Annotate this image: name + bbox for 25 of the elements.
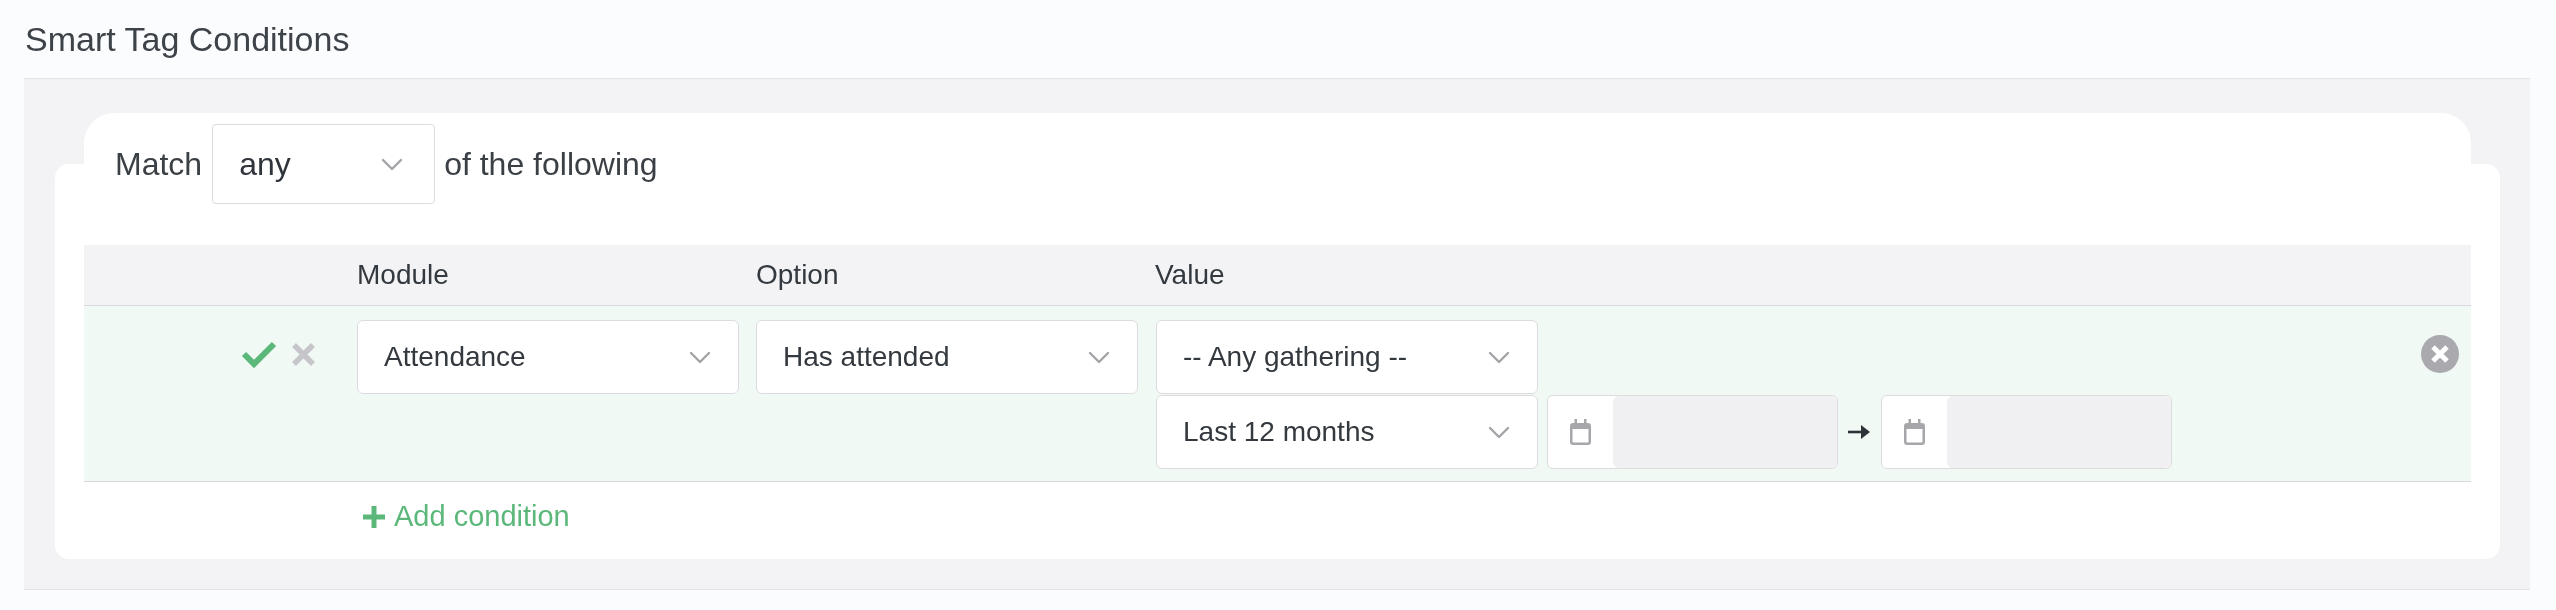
module-select[interactable]: Attendance — [357, 320, 739, 394]
period-select[interactable]: Last 12 months — [1156, 395, 1538, 469]
chevron-down-icon — [381, 157, 404, 171]
chevron-down-icon — [689, 350, 711, 364]
date-input[interactable] — [1613, 396, 1837, 468]
match-suffix: of the following — [444, 145, 658, 184]
check-icon[interactable] — [241, 340, 277, 368]
column-header: Module — [357, 259, 449, 290]
option-select[interactable]: Has attended — [756, 320, 1138, 394]
chevron-down-icon — [1488, 425, 1510, 439]
section-title: Smart Tag Conditions — [25, 18, 350, 60]
match-select[interactable]: any — [212, 124, 436, 204]
match-label: Match — [115, 145, 203, 184]
calendar-icon — [1570, 419, 1591, 445]
column-header: Value — [1155, 259, 1225, 290]
plus-icon — [363, 506, 385, 528]
date-input[interactable] — [1947, 396, 2171, 468]
chevron-down-icon — [1488, 350, 1510, 364]
gathering-select[interactable]: -- Any gathering -- — [1156, 320, 1538, 394]
close-circle-icon[interactable] — [2421, 335, 2459, 373]
arrow-right-icon — [1848, 424, 1870, 440]
close-icon[interactable] — [291, 341, 316, 367]
column-header: Option — [756, 259, 839, 290]
calendar-icon — [1904, 419, 1925, 445]
chevron-down-icon — [1088, 350, 1110, 364]
